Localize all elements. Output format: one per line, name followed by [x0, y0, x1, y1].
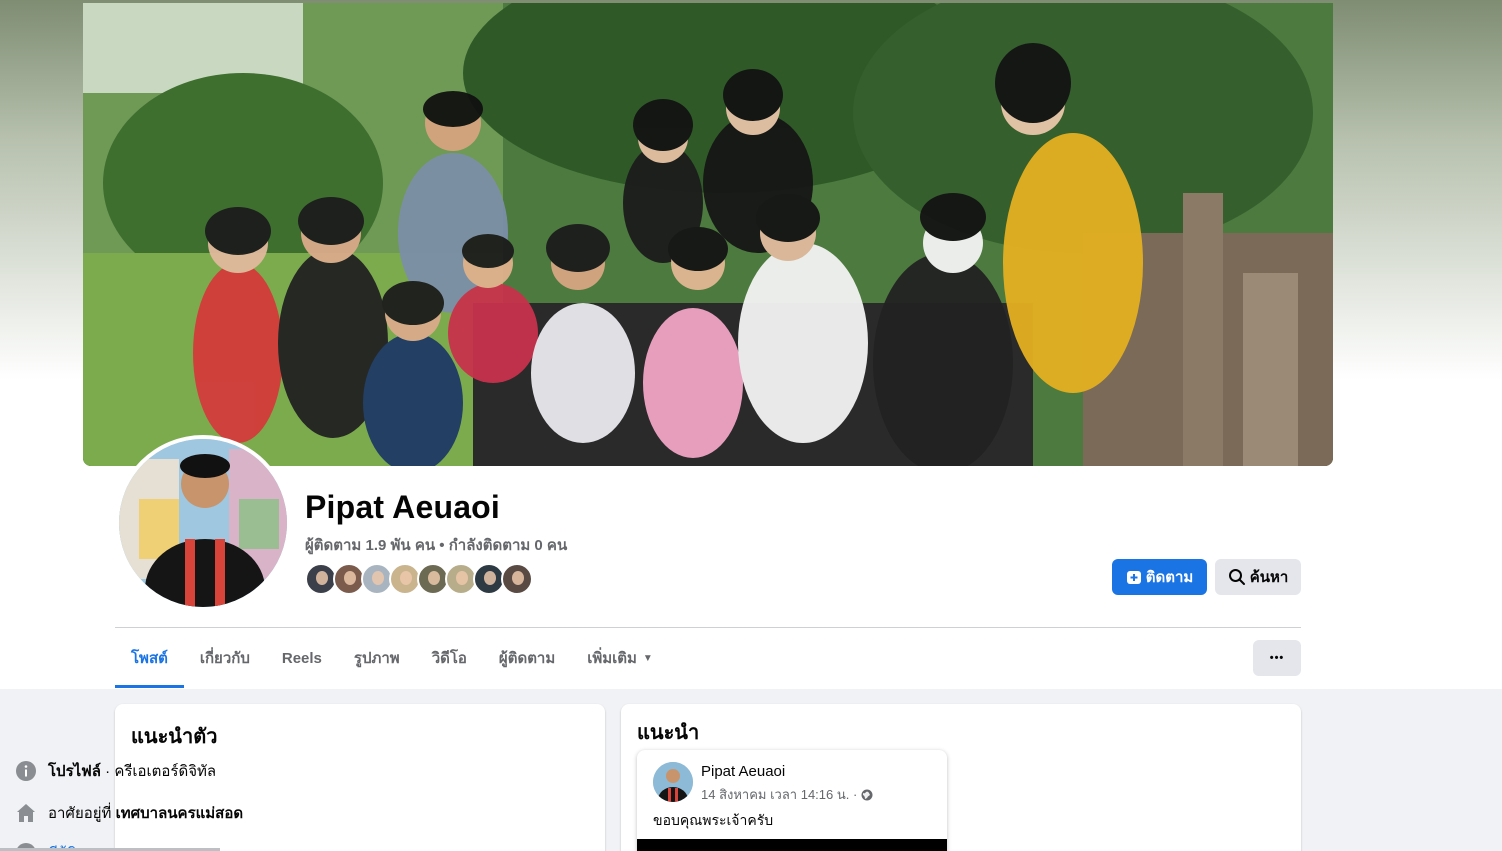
- follow-button[interactable]: ติดตาม: [1112, 559, 1207, 595]
- search-button[interactable]: ค้นหา: [1215, 559, 1301, 595]
- intro-lives-in-prefix: อาศัยอยู่ที่: [48, 805, 116, 822]
- tab-photos[interactable]: รูปภาพ: [338, 628, 416, 688]
- cover-photo[interactable]: [83, 3, 1333, 466]
- more-options-button[interactable]: •••: [1253, 640, 1301, 676]
- profile-stats[interactable]: ผู้ติดตาม 1.9 พัน คน • กำลังติดตาม 0 คน: [305, 533, 567, 557]
- featured-post[interactable]: Pipat Aeuaoi 14 สิงหาคม เวลา 14:16 น. · …: [637, 750, 947, 851]
- follower-avatars[interactable]: [305, 563, 533, 595]
- caret-down-icon: ▼: [642, 652, 653, 664]
- tab-label: ผู้ติดตาม: [498, 650, 556, 667]
- intro-profile-label: โปรไฟล์: [48, 763, 101, 780]
- intro-lives-in-place[interactable]: เทศบาลนครแม่สอด: [116, 801, 243, 825]
- follow-button-label: ติดตาม: [1145, 569, 1194, 586]
- profile-tabs: โพสต์ เกี่ยวกับ Reels รูปภาพ วิดีโอ ผู้ต…: [115, 628, 669, 688]
- tab-posts[interactable]: โพสต์: [115, 628, 184, 688]
- tab-about[interactable]: เกี่ยวกับ: [184, 628, 266, 688]
- home-icon: [16, 803, 36, 823]
- intro-lives-in-row: อาศัยอยู่ที่ เทศบาลนครแม่สอด: [16, 801, 243, 825]
- intro-title: แนะนำตัว: [131, 726, 218, 748]
- tab-more[interactable]: เพิ่มเติม ▼: [571, 628, 669, 688]
- globe-icon: [861, 789, 873, 800]
- tab-label: เพิ่มเติม: [587, 650, 637, 667]
- tab-label: วิดีโอ: [431, 650, 467, 667]
- follow-icon: [1126, 571, 1141, 584]
- profile-picture[interactable]: [115, 435, 291, 611]
- post-meta: 14 สิงหาคม เวลา 14:16 น. ·: [701, 784, 873, 805]
- tab-reels[interactable]: Reels: [266, 628, 338, 688]
- profile-name: Pipat Aeuaoi: [305, 489, 501, 525]
- more-options-icon: •••: [1269, 652, 1285, 664]
- post-timestamp[interactable]: 14 สิงหาคม เวลา 14:16 น. ·: [701, 784, 857, 805]
- post-text: ขอบคุณพระเจ้าครับ: [653, 812, 774, 828]
- intro-profile-row: โปรไฟล์ · ครีเอเตอร์ดิจิทัล: [16, 759, 216, 783]
- post-media[interactable]: [637, 839, 947, 851]
- tab-label: โพสต์: [131, 650, 168, 667]
- post-author-name[interactable]: Pipat Aeuaoi: [701, 763, 785, 780]
- search-icon: [1228, 569, 1245, 585]
- search-button-label: ค้นหา: [1249, 569, 1289, 586]
- tab-videos[interactable]: วิดีโอ: [416, 628, 483, 688]
- post-author-avatar[interactable]: [653, 762, 693, 802]
- follower-avatar[interactable]: [501, 563, 533, 595]
- profile-picture-image: [119, 439, 287, 607]
- tab-label: รูปภาพ: [353, 650, 400, 667]
- info-icon: [16, 761, 36, 781]
- intro-profile-category: · ครีเอเตอร์ดิจิทัล: [101, 763, 217, 780]
- tab-label: เกี่ยวกับ: [199, 650, 250, 667]
- tab-label: Reels: [281, 649, 322, 667]
- featured-title: แนะนำ: [637, 722, 700, 744]
- cover-photo-image: [83, 3, 1333, 466]
- tab-followers[interactable]: ผู้ติดตาม: [483, 628, 571, 688]
